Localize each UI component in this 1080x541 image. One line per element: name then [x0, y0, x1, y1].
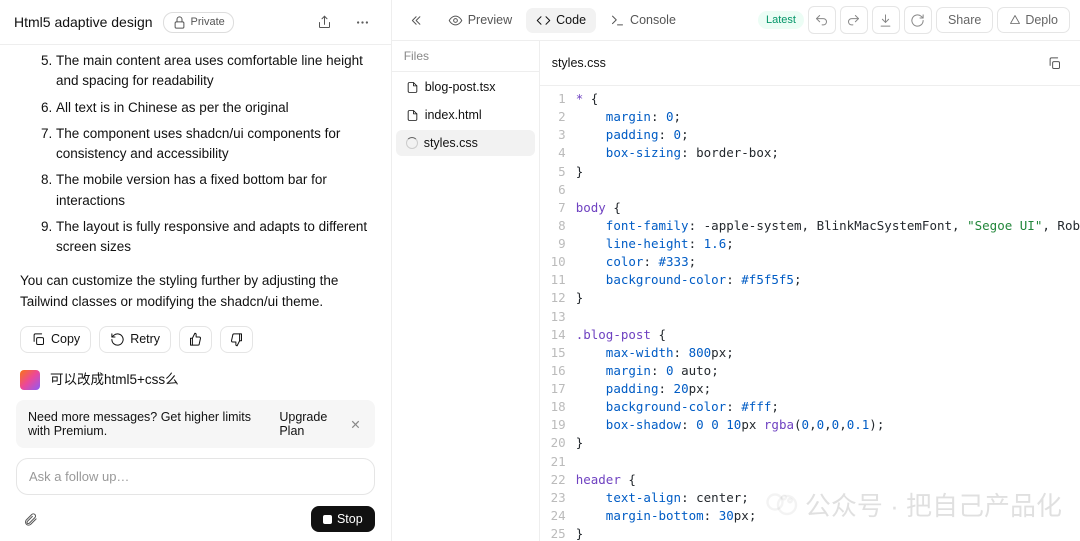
tab-code[interactable]: Code: [526, 8, 596, 33]
list-item: All text is in Chinese as per the origin…: [56, 98, 371, 118]
code-line: 12}: [540, 289, 1080, 307]
redo-button[interactable]: [840, 6, 868, 34]
thumbs-up-button[interactable]: [179, 326, 212, 353]
download-button[interactable]: [872, 6, 900, 34]
terminal-icon: [610, 13, 625, 28]
code-line: 9 line-height: 1.6;: [540, 235, 1080, 253]
copy-button[interactable]: Copy: [20, 326, 91, 353]
message-actions: Copy Retry: [20, 326, 371, 353]
privacy-badge[interactable]: Private: [163, 12, 234, 33]
retry-button[interactable]: Retry: [99, 326, 171, 353]
code-line: 3 padding: 0;: [540, 126, 1080, 144]
collapse-icon[interactable]: [402, 6, 430, 34]
code-line: 6: [540, 181, 1080, 199]
list-item: The mobile version has a fixed bottom ba…: [56, 170, 371, 211]
right-header: Preview Code Console Latest Share Deplo: [392, 0, 1080, 41]
file-tree: Files blog-post.tsxindex.htmlstyles.css: [392, 41, 540, 541]
code-line: 8 font-family: -apple-system, BlinkMacSy…: [540, 217, 1080, 235]
tab-preview[interactable]: Preview: [438, 8, 522, 33]
code-line: 5}: [540, 163, 1080, 181]
list-item: The layout is fully responsive and adapt…: [56, 217, 371, 258]
code-line: 11 background-color: #f5f5f5;: [540, 271, 1080, 289]
code-line: 2 margin: 0;: [540, 108, 1080, 126]
retry-icon: [110, 332, 125, 347]
code-icon: [536, 13, 551, 28]
refresh-button[interactable]: [904, 6, 932, 34]
code-line: 10 color: #333;: [540, 253, 1080, 271]
list-item: The component uses shadcn/ui components …: [56, 124, 371, 165]
copy-code-icon[interactable]: [1040, 49, 1068, 77]
premium-banner: Need more messages? Get higher limits wi…: [16, 400, 375, 448]
thumbs-down-button[interactable]: [220, 326, 253, 353]
code-line: 23 text-align: center;: [540, 489, 1080, 507]
file-item[interactable]: index.html: [396, 102, 535, 128]
file-icon: [406, 109, 419, 122]
eye-icon: [448, 13, 463, 28]
file-icon: [406, 81, 419, 94]
code-line: 14.blog-post {: [540, 326, 1080, 344]
user-message: 可以改成html5+css么: [20, 369, 371, 391]
share-icon[interactable]: [311, 8, 339, 36]
download-icon: [878, 13, 893, 28]
code-line: 22header {: [540, 471, 1080, 489]
open-filename: styles.css: [552, 56, 606, 70]
more-icon[interactable]: [349, 8, 377, 36]
code-editor[interactable]: 1* {2 margin: 0;3 padding: 0;4 box-sizin…: [540, 86, 1080, 541]
chat-scroll: The main content area uses comfortable l…: [0, 45, 391, 392]
file-item[interactable]: styles.css: [396, 130, 535, 156]
files-header: Files: [392, 41, 539, 72]
user-avatar: [20, 370, 40, 390]
stop-button[interactable]: Stop: [311, 506, 375, 532]
redo-icon: [846, 13, 861, 28]
code-line: 1* {: [540, 90, 1080, 108]
attach-icon[interactable]: [16, 505, 44, 533]
file-item[interactable]: blog-post.tsx: [396, 74, 535, 100]
thumbs-up-icon: [188, 332, 203, 347]
code-header: styles.css: [540, 41, 1080, 86]
tab-console[interactable]: Console: [600, 8, 686, 33]
code-line: 20}: [540, 434, 1080, 452]
latest-badge: Latest: [758, 11, 804, 29]
project-title: Html5 adaptive design: [14, 14, 153, 30]
code-line: 19 box-shadow: 0 0 10px rgba(0,0,0,0.1);: [540, 416, 1080, 434]
code-line: 17 padding: 20px;: [540, 380, 1080, 398]
undo-button[interactable]: [808, 6, 836, 34]
code-line: 7body {: [540, 199, 1080, 217]
input-placeholder: Ask a follow up…: [29, 469, 362, 484]
spinner-icon: [406, 137, 418, 149]
list-item: The main content area uses comfortable l…: [56, 51, 371, 92]
code-line: 18 background-color: #fff;: [540, 398, 1080, 416]
followup-paragraph: You can customize the styling further by…: [20, 271, 371, 312]
undo-icon: [814, 13, 829, 28]
code-line: 4 box-sizing: border-box;: [540, 144, 1080, 162]
code-line: 15 max-width: 800px;: [540, 344, 1080, 362]
refresh-icon: [910, 13, 925, 28]
deploy-icon: [1009, 14, 1021, 26]
upgrade-link[interactable]: Upgrade Plan: [279, 410, 340, 438]
code-line: 25}: [540, 525, 1080, 541]
left-header: Html5 adaptive design Private: [0, 0, 391, 45]
copy-icon: [31, 332, 46, 347]
lock-icon: [172, 15, 187, 30]
stop-icon: [323, 515, 332, 524]
share-button[interactable]: Share: [936, 7, 993, 33]
followup-input[interactable]: Ask a follow up…: [16, 458, 375, 495]
close-icon[interactable]: ✕: [348, 417, 362, 432]
deploy-button[interactable]: Deplo: [997, 7, 1070, 33]
code-line: 13: [540, 308, 1080, 326]
code-line: 16 margin: 0 auto;: [540, 362, 1080, 380]
feature-list: The main content area uses comfortable l…: [20, 51, 371, 257]
code-line: 21: [540, 453, 1080, 471]
thumbs-down-icon: [229, 332, 244, 347]
code-line: 24 margin-bottom: 30px;: [540, 507, 1080, 525]
